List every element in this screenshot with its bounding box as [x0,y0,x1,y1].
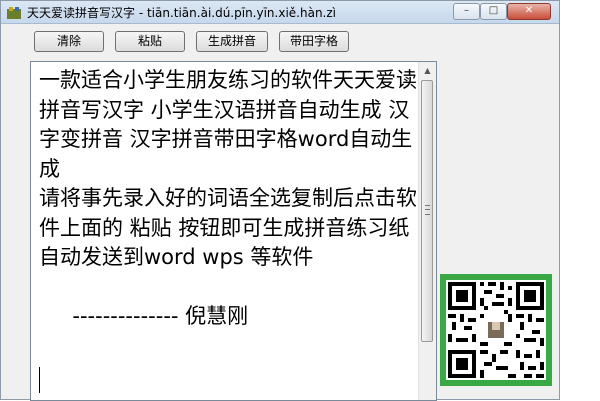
qr-code [440,274,552,386]
app-icon [6,5,22,19]
text-caret [39,367,40,393]
title-bar[interactable]: 天天爱读拼音写汉字 - tiān.tiān.ài.dú.pīn.yīn.xiě.… [1,1,559,24]
paste-button[interactable]: 粘贴 [115,31,185,52]
minimize-button[interactable]: – [453,3,480,20]
scroll-up-arrow-icon[interactable]: ▲ [419,62,436,79]
clear-button[interactable]: 清除 [34,31,104,52]
generate-pinyin-button[interactable]: 生成拼音 [196,31,268,52]
vertical-scrollbar[interactable]: ▲ [418,62,436,400]
tianzige-grid-button[interactable]: 带田字格 [279,31,349,52]
scroll-grip-icon [425,205,430,215]
app-window: 天天爱读拼音写汉字 - tiān.tiān.ài.dú.pīn.yīn.xiě.… [0,0,560,401]
editor-content[interactable]: 一款适合小学生朋友练习的软件天天爱读拼音写汉字 小学生汉语拼音自动生成 汉字变拼… [39,66,419,332]
close-button[interactable]: ✕ [507,3,551,20]
window-title: 天天爱读拼音写汉字 - tiān.tiān.ài.dú.pīn.yīn.xiě.… [27,6,336,20]
scrollbar-thumb[interactable] [421,80,433,342]
maximize-button[interactable]: □ [480,3,507,20]
text-editor[interactable]: 一款适合小学生朋友练习的软件天天爱读拼音写汉字 小学生汉语拼音自动生成 汉字变拼… [30,61,437,401]
toolbar: 清除 粘贴 生成拼音 带田字格 [1,23,559,59]
qr-code-icon [448,282,544,378]
